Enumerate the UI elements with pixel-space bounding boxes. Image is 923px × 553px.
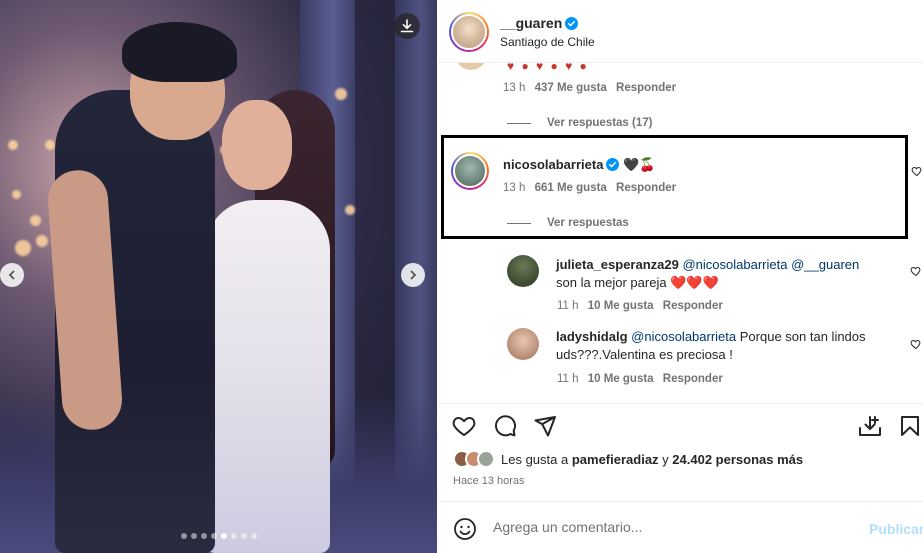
photo-figure bbox=[205, 200, 330, 553]
mention-link[interactable]: @nicosolabarrieta bbox=[631, 329, 736, 344]
reply-meta: 11 h 10 Me gusta Responder bbox=[557, 373, 723, 385]
verified-badge-icon bbox=[565, 17, 579, 30]
carousel-dot bbox=[200, 533, 207, 539]
comment-time[interactable]: 13 h bbox=[503, 182, 525, 194]
reply-button[interactable]: Responder bbox=[616, 82, 676, 94]
like-button[interactable] bbox=[451, 413, 477, 439]
reply-time[interactable]: 11 h bbox=[557, 300, 579, 312]
view-replies-button[interactable]: Ver respuestas bbox=[507, 217, 629, 229]
comment-text: ♥ ● ♥ ● ♥ ● bbox=[507, 63, 589, 73]
bookmark-icon bbox=[901, 416, 919, 436]
carousel-dot bbox=[250, 533, 257, 539]
publish-button[interactable]: Publicar bbox=[869, 521, 923, 537]
reply-username[interactable]: julieta_esperanza29 bbox=[556, 257, 679, 272]
comment-username[interactable]: nicosolabarrieta bbox=[503, 157, 603, 172]
photo-bokeh bbox=[36, 235, 48, 247]
comment-meta: 13 h 437 Me gusta Responder bbox=[503, 82, 676, 94]
like-reply-heart-icon[interactable] bbox=[910, 265, 922, 277]
comments-list[interactable]: ♥ ● ♥ ● ♥ ● 13 h 437 Me gusta Responder … bbox=[437, 63, 923, 403]
likes-summary: Les gusta a pamefieradiaz y 24.402 perso… bbox=[453, 450, 803, 468]
comment-likes[interactable]: 437 Me gusta bbox=[535, 82, 607, 94]
heart-icon bbox=[452, 417, 476, 436]
comment-icon bbox=[495, 415, 516, 437]
view-replies-button[interactable]: Ver respuestas (17) bbox=[507, 117, 652, 129]
reply-button[interactable]: Responder bbox=[663, 300, 723, 312]
carousel-prev-button[interactable] bbox=[0, 263, 24, 287]
comment-body: nicosolabarrieta 🖤🍒 bbox=[503, 156, 883, 174]
carousel-dot bbox=[180, 533, 187, 539]
comment-text: 🖤🍒 bbox=[623, 157, 656, 172]
photo-bokeh bbox=[30, 215, 41, 226]
reply-likes[interactable]: 10 Me gusta bbox=[588, 300, 654, 312]
reply-body: julieta_esperanza29 @nicosolabarrieta @_… bbox=[556, 256, 896, 292]
comment-meta: 13 h 661 Me gusta Responder bbox=[503, 182, 676, 194]
photo-bokeh bbox=[345, 205, 355, 215]
bookmark-download-icon bbox=[859, 416, 881, 436]
download-icon bbox=[400, 19, 414, 33]
divider bbox=[507, 222, 531, 224]
reply-meta: 11 h 10 Me gusta Responder bbox=[557, 300, 723, 312]
photo-figure bbox=[122, 22, 237, 82]
add-comment-bar: Publicar bbox=[437, 501, 923, 553]
comment-input[interactable] bbox=[493, 519, 853, 535]
comment-avatar[interactable] bbox=[455, 63, 487, 70]
reply-avatar[interactable] bbox=[507, 255, 539, 287]
divider bbox=[507, 122, 531, 124]
post-time[interactable]: Hace 13 horas bbox=[453, 475, 525, 487]
send-icon bbox=[534, 416, 556, 437]
post-actions bbox=[437, 403, 923, 447]
mention-link[interactable]: @nicosolabarrieta bbox=[682, 257, 787, 272]
comment-time[interactable]: 13 h bbox=[503, 82, 525, 94]
post-header: __guaren Santiago de Chile bbox=[437, 0, 923, 63]
comment-avatar[interactable] bbox=[451, 152, 489, 190]
photo-bokeh bbox=[45, 140, 55, 150]
carousel-dot bbox=[240, 533, 247, 539]
reply-time[interactable]: 11 h bbox=[557, 373, 579, 385]
mention-link[interactable]: @__guaren bbox=[791, 257, 859, 272]
owner-avatar[interactable] bbox=[449, 12, 489, 52]
carousel-dot bbox=[230, 533, 237, 539]
post-photo[interactable] bbox=[0, 0, 437, 553]
save-to-collection-button[interactable] bbox=[857, 413, 883, 439]
share-button[interactable] bbox=[532, 413, 558, 439]
download-button[interactable] bbox=[394, 13, 420, 39]
carousel-dot bbox=[190, 533, 197, 539]
emoji-smile-icon[interactable] bbox=[453, 517, 477, 541]
photo-bokeh bbox=[15, 240, 31, 256]
chevron-right-icon bbox=[410, 270, 417, 280]
reply-body: ladyshidalg @nicosolabarrieta Porque son… bbox=[556, 328, 896, 364]
carousel-dot bbox=[210, 533, 217, 539]
carousel-dot bbox=[220, 533, 227, 539]
save-button[interactable] bbox=[897, 413, 923, 439]
post-location[interactable]: Santiago de Chile bbox=[500, 35, 595, 49]
reply-button[interactable]: Responder bbox=[663, 373, 723, 385]
photo-bokeh bbox=[335, 88, 347, 100]
verified-badge-icon bbox=[606, 158, 620, 171]
reply-likes[interactable]: 10 Me gusta bbox=[588, 373, 654, 385]
owner-username[interactable]: __guaren bbox=[500, 15, 579, 31]
likes-count[interactable]: 24.402 personas más bbox=[672, 452, 803, 467]
photo-bokeh bbox=[12, 190, 21, 199]
like-reply-heart-icon[interactable] bbox=[910, 338, 922, 350]
comment-button[interactable] bbox=[492, 413, 518, 439]
reply-avatar[interactable] bbox=[507, 328, 539, 360]
photo-bokeh bbox=[8, 140, 18, 150]
chevron-left-icon bbox=[8, 270, 15, 280]
liker-username[interactable]: pamefieradiaz bbox=[572, 452, 659, 467]
post-panel: __guaren Santiago de Chile ♥ ● ♥ ● ♥ ● 1… bbox=[437, 0, 923, 553]
carousel-dots bbox=[0, 533, 437, 539]
reply-button[interactable]: Responder bbox=[616, 182, 676, 194]
comment-likes[interactable]: 661 Me gusta bbox=[535, 182, 607, 194]
liker-avatar[interactable] bbox=[477, 450, 495, 468]
reply-text: son la mejor pareja ❤️❤️❤️ bbox=[556, 275, 719, 290]
like-comment-heart-icon[interactable] bbox=[911, 165, 923, 177]
photo-figure bbox=[222, 100, 292, 190]
likes-text: Les gusta a pamefieradiaz y 24.402 perso… bbox=[501, 451, 804, 467]
reply-text: Porque son tan lindos bbox=[739, 329, 866, 344]
reply-username[interactable]: ladyshidalg bbox=[556, 329, 628, 344]
reply-text: uds???.Valentina es preciosa ! bbox=[556, 347, 733, 362]
carousel-next-button[interactable] bbox=[401, 263, 425, 287]
